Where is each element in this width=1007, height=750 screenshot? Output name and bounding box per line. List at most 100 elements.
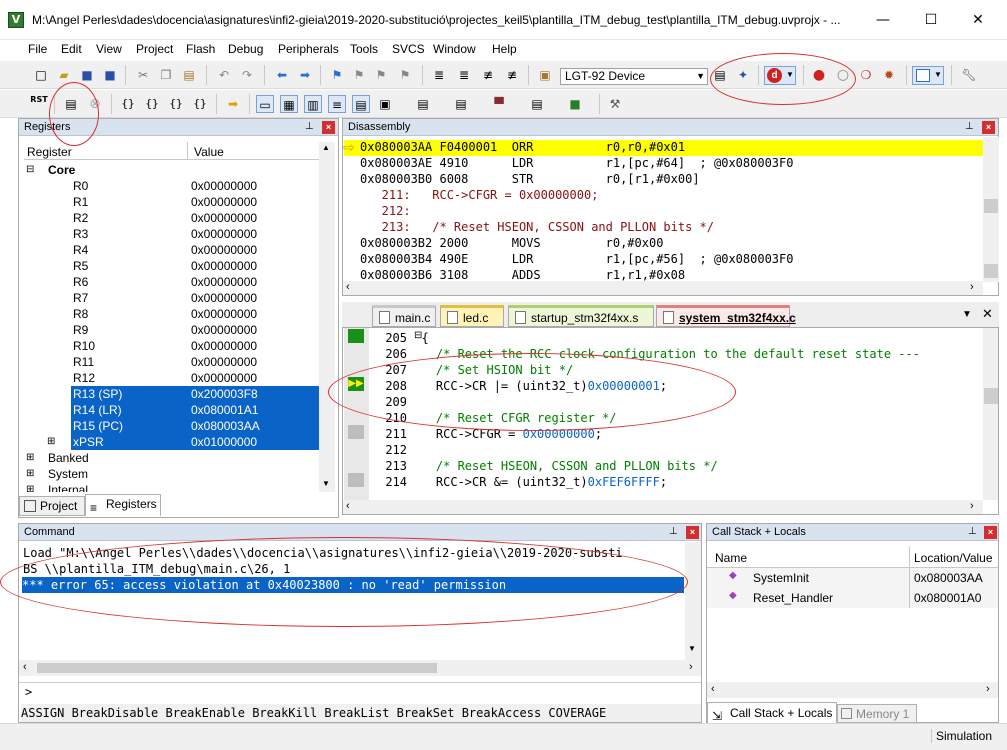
serial-window-icon[interactable]: ▤ xyxy=(452,95,470,113)
register-value[interactable]: 0x00000000 xyxy=(191,178,257,194)
registers-scrollbar[interactable]: ▲ ▼ xyxy=(319,142,335,492)
device-select[interactable]: LGT-92 Device ▼ xyxy=(560,68,708,85)
register-value[interactable]: 0x00000000 xyxy=(191,274,257,290)
col-name[interactable]: Name xyxy=(715,551,747,565)
pin-icon[interactable]: ⊥ xyxy=(305,119,314,135)
unindent-icon[interactable]: ≣ xyxy=(455,66,473,84)
nav-forward-icon[interactable]: ➡ xyxy=(296,66,314,84)
watch-window-icon[interactable]: ▣ xyxy=(376,95,394,113)
memory-window-icon[interactable]: ▤ xyxy=(414,95,432,113)
collapse-icon[interactable]: ⊟ xyxy=(26,162,34,178)
register-value[interactable]: 0x00000000 xyxy=(191,354,257,370)
indent-icon[interactable]: ≣ xyxy=(430,66,448,84)
source-line[interactable]: 213 /* Reset HSEON, CSSON and PLLON bits… xyxy=(369,458,980,474)
register-row[interactable]: ⊞ xPSR 0x01000000 xyxy=(24,434,319,450)
disassembly-hscrollbar[interactable]: ‹ › xyxy=(343,281,983,295)
callstack-row[interactable]: ◆ SystemInit 0x080003AA xyxy=(707,568,998,588)
register-value[interactable]: 0x200003F8 xyxy=(189,386,319,402)
register-value[interactable]: 0x00000000 xyxy=(191,210,257,226)
source-line[interactable]: 205 { xyxy=(369,330,980,346)
disassembly-scrollbar[interactable] xyxy=(983,137,999,282)
editor-hscrollbar[interactable]: ‹ › xyxy=(343,500,983,514)
copy-icon[interactable]: ❐ xyxy=(157,66,175,84)
step-into-icon[interactable]: {} xyxy=(119,95,137,113)
register-row[interactable]: R3 0x00000000 xyxy=(24,226,319,242)
toolbox-icon[interactable]: ⚒ xyxy=(606,95,624,113)
register-value[interactable]: 0x080003AA xyxy=(189,418,319,434)
uncomment-icon[interactable]: ≢ xyxy=(503,66,521,84)
disable-all-breakpoints-icon[interactable]: ❍ xyxy=(857,66,875,84)
register-value[interactable]: 0x00000000 xyxy=(191,242,257,258)
scroll-left-icon[interactable]: ‹ xyxy=(711,683,715,695)
save-all-icon[interactable]: ■ xyxy=(101,66,119,84)
scroll-down-icon[interactable]: ▼ xyxy=(322,479,330,488)
scroll-left-icon[interactable]: ‹ xyxy=(346,281,350,293)
register-value[interactable]: 0x00000000 xyxy=(191,338,257,354)
command-scrollbar[interactable]: ▼ xyxy=(685,542,701,660)
expand-icon[interactable]: ⊞ xyxy=(26,482,34,492)
command-window-icon[interactable]: ▭ xyxy=(256,95,274,113)
register-row[interactable]: R4 0x00000000 xyxy=(24,242,319,258)
tab-led-c[interactable]: led.c xyxy=(440,305,504,327)
disassembly-window-icon[interactable]: ▦ xyxy=(280,95,298,113)
close-button[interactable]: ✕ xyxy=(955,6,1001,34)
configure-icon[interactable]: 🔧︎ xyxy=(960,66,978,84)
tab-list-chevron-icon[interactable]: ▼ xyxy=(962,309,972,320)
paste-icon[interactable]: ▤ xyxy=(180,66,198,84)
disassembly-line[interactable]: 0x080003B4 490E LDR r1,[pc,#56] ; @0x080… xyxy=(360,251,980,267)
tab-main-c[interactable]: main.c xyxy=(372,305,436,327)
col-value[interactable]: Value xyxy=(194,145,224,159)
close-icon[interactable]: × xyxy=(686,526,699,539)
run-to-cursor-icon[interactable]: {} xyxy=(191,95,209,113)
register-value[interactable]: 0x00000000 xyxy=(191,194,257,210)
menu-flash[interactable]: Flash xyxy=(186,42,215,56)
register-row[interactable]: R8 0x00000000 xyxy=(24,306,319,322)
scroll-left-icon[interactable]: ‹ xyxy=(23,661,27,673)
register-row[interactable]: R15 (PC) 0x080003AA xyxy=(24,418,319,434)
analysis-window-icon[interactable]: ▀ xyxy=(490,95,508,113)
pin-icon[interactable]: ⊥ xyxy=(968,524,977,540)
register-row[interactable]: R11 0x00000000 xyxy=(24,354,319,370)
find-in-files-icon[interactable]: ▣ xyxy=(536,66,554,84)
register-value[interactable]: 0x00000000 xyxy=(191,290,257,306)
scroll-up-icon[interactable]: ▲ xyxy=(322,143,330,152)
expand-icon[interactable]: ⊞ xyxy=(47,434,55,450)
bookmark-icon[interactable]: ⚑ xyxy=(328,66,346,84)
menu-svcs[interactable]: SVCS xyxy=(392,42,425,56)
register-value[interactable]: 0x00000000 xyxy=(191,226,257,242)
register-row[interactable]: R7 0x00000000 xyxy=(24,290,319,306)
nav-back-icon[interactable]: ⬅ xyxy=(273,66,291,84)
step-out-icon[interactable]: {} xyxy=(167,95,185,113)
register-value[interactable]: 0x01000000 xyxy=(189,434,319,450)
scroll-thumb[interactable] xyxy=(37,663,437,673)
tab-startup-s[interactable]: startup_stm32f4xx.s xyxy=(508,305,654,327)
comment-icon[interactable]: ≢ xyxy=(479,66,497,84)
step-over-icon[interactable]: {} xyxy=(143,95,161,113)
register-row[interactable]: R13 (SP) 0x200003F8 xyxy=(24,386,319,402)
disassembly-line[interactable]: 0x080003B2 2000 MOVS r0,#0x00 xyxy=(360,235,980,251)
window-layout-button[interactable]: ▼ xyxy=(912,66,944,85)
disassembly-line[interactable]: 0x080003AA F0400001 ORR r0,r0,#0x01 xyxy=(360,139,980,155)
register-value[interactable]: 0x00000000 xyxy=(191,306,257,322)
undo-icon[interactable]: ↶ xyxy=(215,66,233,84)
kill-all-breakpoints-icon[interactable]: ✹ xyxy=(880,66,898,84)
register-row[interactable]: R12 0x00000000 xyxy=(24,370,319,386)
scroll-left-icon[interactable]: ‹ xyxy=(346,500,350,512)
tab-callstack[interactable]: ⇲ Call Stack + Locals xyxy=(707,702,837,723)
register-row[interactable]: R6 0x00000000 xyxy=(24,274,319,290)
tab-registers[interactable]: ≡ Registers xyxy=(85,494,161,516)
command-hscrollbar[interactable]: ‹ › xyxy=(19,660,701,676)
clear-bookmarks-icon[interactable]: ⚑ xyxy=(396,66,414,84)
register-row[interactable]: R14 (LR) 0x080001A1 xyxy=(24,402,319,418)
reset-cpu-icon[interactable]: RST xyxy=(30,95,48,113)
maximize-button[interactable]: ☐ xyxy=(908,6,954,34)
disassembly-line[interactable]: 211: RCC->CFGR = 0x00000000; xyxy=(360,187,980,203)
expand-icon[interactable]: ⊞ xyxy=(26,466,34,482)
close-icon[interactable]: × xyxy=(322,121,335,134)
close-icon[interactable]: × xyxy=(982,121,995,134)
next-bookmark-icon[interactable]: ⚑ xyxy=(372,66,390,84)
new-file-icon[interactable]: □ xyxy=(32,66,50,84)
register-value[interactable]: 0x00000000 xyxy=(191,370,257,386)
tree-system[interactable]: ⊞ System xyxy=(24,466,324,482)
register-row[interactable]: R1 0x00000000 xyxy=(24,194,319,210)
